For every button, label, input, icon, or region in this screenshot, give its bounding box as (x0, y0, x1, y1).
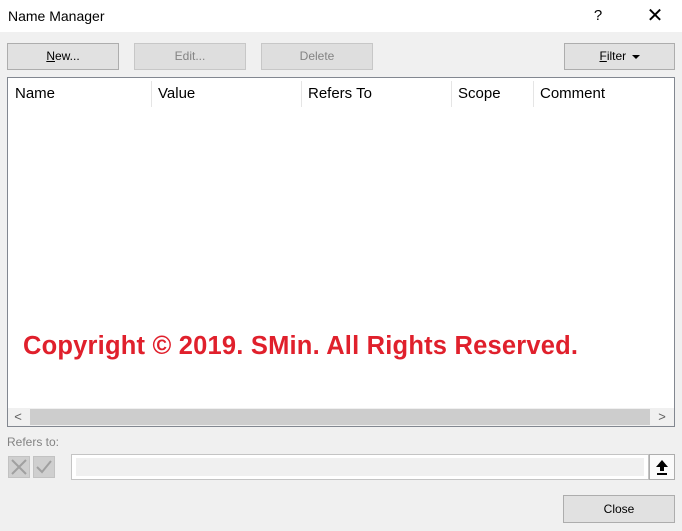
names-list[interactable]: Name Value Refers To Scope Comment Copyr… (7, 77, 675, 427)
new-button-label: New... (46, 49, 80, 63)
confirm-edit-button[interactable] (33, 456, 55, 478)
collapse-dialog-button[interactable] (649, 454, 675, 480)
help-button[interactable]: ? (587, 5, 609, 27)
scroll-left-icon[interactable]: < (8, 408, 28, 426)
new-button[interactable]: New... (7, 43, 119, 70)
delete-button[interactable]: Delete (261, 43, 373, 70)
column-header-refers-to[interactable]: Refers To (301, 78, 451, 110)
filter-button-label: Filter (599, 49, 627, 63)
column-header-comment[interactable]: Comment (533, 78, 674, 110)
close-window-button[interactable]: ✕ (641, 3, 669, 29)
refers-to-label: Refers to: (7, 435, 60, 449)
copyright-watermark: Copyright © 2019. SMin. All Rights Reser… (23, 332, 579, 360)
filter-button[interactable]: Filter (564, 43, 675, 70)
new-button-label-rest: ew... (54, 49, 80, 63)
cancel-edit-button[interactable] (8, 456, 30, 478)
list-header: Name Value Refers To Scope Comment (8, 78, 674, 110)
column-header-name[interactable]: Name (8, 78, 151, 110)
checkmark-icon (36, 460, 52, 474)
close-button[interactable]: Close (563, 495, 675, 523)
scroll-right-icon[interactable]: > (652, 408, 672, 426)
column-header-value[interactable]: Value (151, 78, 301, 110)
dialog-title: Name Manager (8, 8, 105, 24)
horizontal-scrollbar[interactable]: < > (8, 408, 674, 426)
refers-to-value (76, 458, 644, 476)
cancel-x-icon (11, 459, 27, 475)
refers-to-input[interactable] (71, 454, 649, 480)
edit-button[interactable]: Edit... (134, 43, 246, 70)
column-header-scope[interactable]: Scope (451, 78, 533, 110)
chevron-down-icon (631, 54, 640, 59)
upload-arrow-icon (656, 460, 668, 475)
scrollbar-thumb[interactable] (30, 409, 650, 425)
title-bar: Name Manager ? ✕ (0, 0, 682, 32)
